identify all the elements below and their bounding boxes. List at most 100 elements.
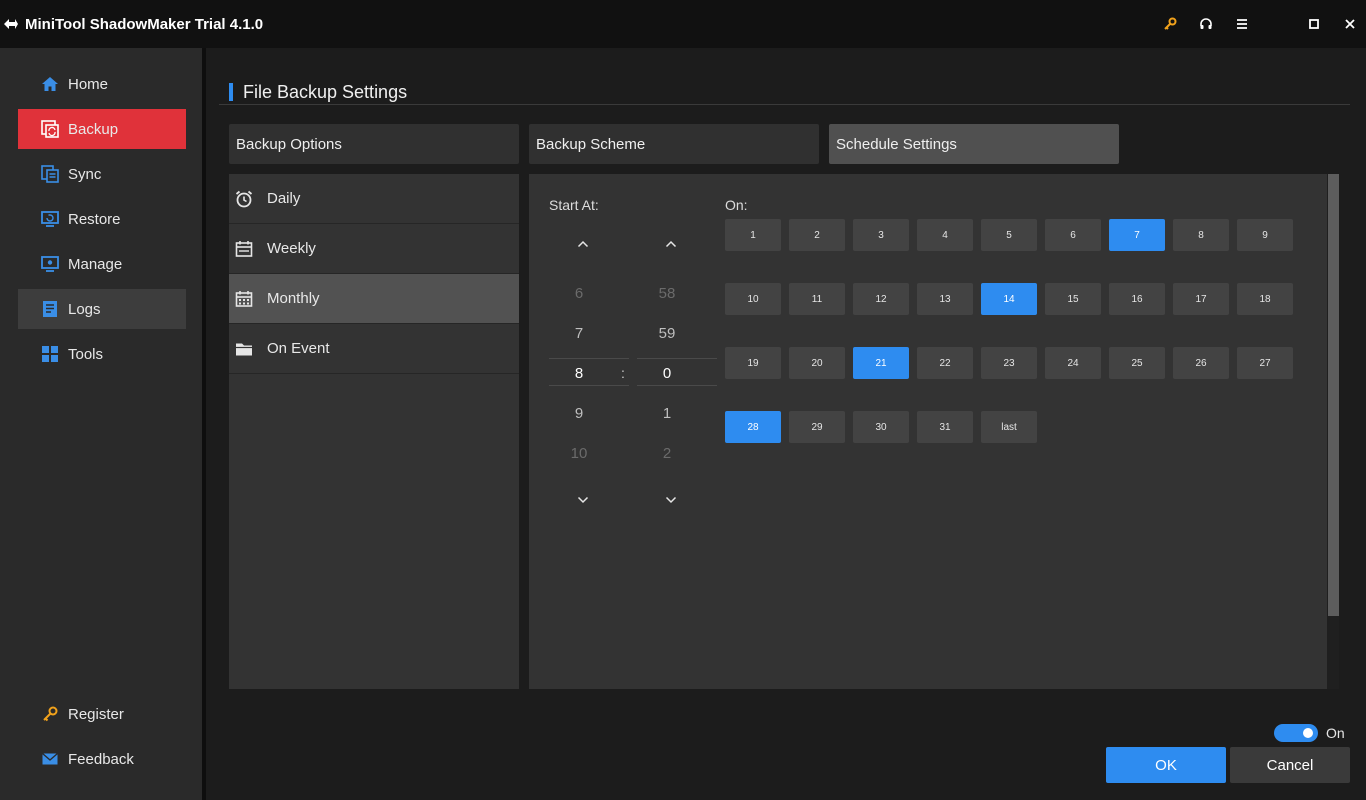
minute-down-chevron-icon[interactable]	[661, 492, 681, 508]
day-button-19[interactable]: 19	[725, 347, 781, 379]
schedule-type-on-event[interactable]: On Event	[229, 324, 519, 374]
day-button-21[interactable]: 21	[853, 347, 909, 379]
day-button-8[interactable]: 8	[1173, 219, 1229, 251]
key-icon[interactable]	[1160, 14, 1180, 34]
sidebar-item-restore[interactable]: Restore	[18, 199, 186, 239]
close-icon[interactable]	[1340, 14, 1360, 34]
sidebar-item-backup[interactable]: Backup	[18, 109, 186, 149]
sidebar-item-label: Restore	[68, 210, 121, 228]
minute-selection-line	[637, 358, 717, 359]
sidebar-item-label: Tools	[68, 345, 104, 363]
day-button-14[interactable]: 14	[981, 283, 1037, 315]
day-button-22[interactable]: 22	[917, 347, 973, 379]
day-button-last[interactable]: last	[981, 411, 1037, 443]
sidebar-item-label: Manage	[68, 255, 123, 273]
hour-selection-line	[549, 385, 629, 386]
schedule-type-label: Monthly	[267, 290, 320, 307]
sidebar-item-manage[interactable]: Manage	[18, 244, 186, 284]
hour-current-value[interactable]: 8	[539, 365, 619, 382]
schedule-toggle[interactable]	[1274, 724, 1318, 742]
day-button-1[interactable]: 1	[725, 219, 781, 251]
day-button-17[interactable]: 17	[1173, 283, 1229, 315]
manage-icon	[40, 254, 60, 274]
sidebar-item-sync[interactable]: Sync	[18, 154, 186, 194]
cancel-button[interactable]: Cancel	[1230, 747, 1350, 783]
day-button-6[interactable]: 6	[1045, 219, 1101, 251]
hour-selection-line	[549, 358, 629, 359]
sidebar-item-logs[interactable]: Logs	[18, 289, 186, 329]
app-title: MiniTool ShadowMaker Trial 4.1.0	[25, 16, 264, 33]
schedule-type-daily[interactable]: Daily	[229, 174, 519, 224]
day-button-23[interactable]: 23	[981, 347, 1037, 379]
tools-icon	[40, 344, 60, 364]
day-button-29[interactable]: 29	[789, 411, 845, 443]
headphones-icon[interactable]	[1196, 14, 1216, 34]
alarm-clock-icon	[233, 188, 255, 210]
hour-value: 9	[574, 405, 584, 422]
day-button-15[interactable]: 15	[1045, 283, 1101, 315]
feedback-link[interactable]: Feedback	[18, 739, 186, 779]
hour-value: 6	[574, 285, 584, 302]
sidebar-item-label: Sync	[68, 165, 102, 183]
sidebar-item-label: Backup	[68, 120, 119, 138]
schedule-type-list: Daily Weekly Monthly On Event	[229, 174, 519, 689]
minute-value: 1	[662, 405, 672, 422]
tab-backup-options[interactable]: Backup Options	[229, 124, 519, 164]
day-button-3[interactable]: 3	[853, 219, 909, 251]
hour-up-chevron-icon[interactable]	[573, 236, 593, 252]
sync-icon	[40, 164, 60, 184]
schedule-type-monthly[interactable]: Monthly	[229, 274, 519, 324]
day-button-16[interactable]: 16	[1109, 283, 1165, 315]
sidebar-item-label: Home	[68, 75, 109, 93]
day-button-4[interactable]: 4	[917, 219, 973, 251]
toggle-knob	[1303, 728, 1313, 738]
day-button-27[interactable]: 27	[1237, 347, 1293, 379]
day-button-30[interactable]: 30	[853, 411, 909, 443]
scrollbar-thumb[interactable]	[1328, 174, 1339, 616]
day-button-31[interactable]: 31	[917, 411, 973, 443]
register-label: Register	[68, 705, 124, 723]
minute-value: 2	[662, 445, 672, 462]
home-icon	[40, 74, 60, 94]
day-button-13[interactable]: 13	[917, 283, 973, 315]
day-button-2[interactable]: 2	[789, 219, 845, 251]
day-button-5[interactable]: 5	[981, 219, 1037, 251]
sidebar-item-tools[interactable]: Tools	[18, 334, 186, 374]
minute-up-chevron-icon[interactable]	[661, 236, 681, 252]
start-at-label: Start At:	[549, 197, 599, 213]
day-button-20[interactable]: 20	[789, 347, 845, 379]
day-button-9[interactable]: 9	[1237, 219, 1293, 251]
day-button-12[interactable]: 12	[853, 283, 909, 315]
ok-button[interactable]: OK	[1106, 747, 1226, 783]
mail-icon	[40, 749, 60, 769]
backup-icon	[40, 119, 60, 139]
hour-down-chevron-icon[interactable]	[573, 492, 593, 508]
sidebar-item-home[interactable]: Home	[18, 64, 186, 104]
day-button-24[interactable]: 24	[1045, 347, 1101, 379]
day-button-7[interactable]: 7	[1109, 219, 1165, 251]
day-button-18[interactable]: 18	[1237, 283, 1293, 315]
day-button-26[interactable]: 26	[1173, 347, 1229, 379]
day-button-10[interactable]: 10	[725, 283, 781, 315]
page-title-accent	[229, 83, 233, 101]
calendar-week-icon	[233, 238, 255, 260]
day-button-25[interactable]: 25	[1109, 347, 1165, 379]
tab-schedule-settings[interactable]: Schedule Settings	[829, 124, 1119, 164]
toggle-label: On	[1326, 725, 1345, 741]
sidebar-item-label: Logs	[68, 300, 101, 318]
title-bar: MiniTool ShadowMaker Trial 4.1.0	[0, 0, 1366, 48]
maximize-icon[interactable]	[1304, 14, 1324, 34]
minute-value: 59	[658, 325, 676, 342]
feedback-label: Feedback	[68, 750, 134, 768]
menu-icon[interactable]	[1232, 14, 1252, 34]
schedule-type-label: On Event	[267, 340, 330, 357]
restore-icon	[40, 209, 60, 229]
schedule-type-label: Weekly	[267, 240, 316, 257]
register-link[interactable]: Register	[18, 694, 186, 734]
day-button-11[interactable]: 11	[789, 283, 845, 315]
schedule-type-weekly[interactable]: Weekly	[229, 224, 519, 274]
tab-backup-scheme[interactable]: Backup Scheme	[529, 124, 819, 164]
minute-current-value[interactable]: 0	[627, 365, 707, 382]
day-button-28[interactable]: 28	[725, 411, 781, 443]
hour-value: 10	[570, 445, 588, 462]
